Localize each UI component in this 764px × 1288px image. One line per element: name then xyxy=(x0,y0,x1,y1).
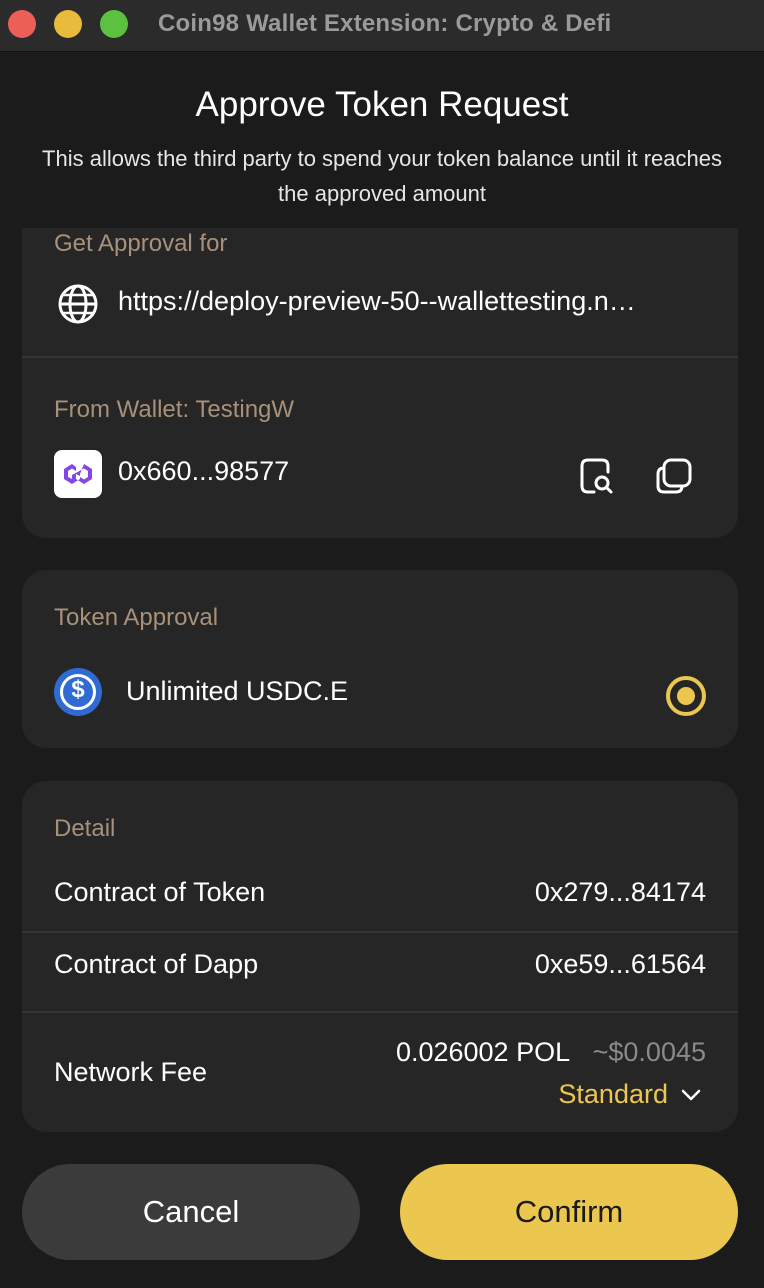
network-fee-value: 0.026002 POL ~$0.0045 xyxy=(396,1037,706,1068)
network-fee-name: Network Fee xyxy=(54,1057,208,1087)
explorer-search-icon[interactable] xyxy=(576,456,616,496)
contract-token-name: Contract of Token xyxy=(54,877,266,907)
contract-token-value[interactable]: 0x279...84174 xyxy=(535,877,706,908)
network-fee-amount: 0.026002 POL xyxy=(395,1037,571,1067)
page-subtitle: This allows the third party to spend you… xyxy=(42,146,722,206)
window-title: Coin98 Wallet Extension: Crypto & Defi xyxy=(158,10,612,37)
page-title: Approve Token Request xyxy=(195,85,569,124)
minimize-window-button[interactable] xyxy=(54,10,82,38)
usdc-logo-icon: $ xyxy=(54,668,102,716)
divider xyxy=(22,356,738,358)
close-window-button[interactable] xyxy=(8,10,36,38)
globe-icon xyxy=(58,284,98,324)
detail-label: Detail xyxy=(54,815,116,842)
wallet-address: 0x660...98577 xyxy=(118,456,290,486)
network-fee-usd: ~$0.0045 xyxy=(592,1037,706,1067)
polygon-logo-icon xyxy=(54,450,102,498)
contract-dapp-name: Contract of Dapp xyxy=(54,949,259,979)
confirm-button[interactable]: Confirm xyxy=(400,1164,738,1260)
fee-speed-dropdown[interactable]: Standard xyxy=(558,1079,702,1110)
dapp-url: https://deploy-preview-50--wallettesting… xyxy=(118,286,636,316)
approve-request-page: Approve Token Request This allows the th… xyxy=(0,53,764,1288)
wallet-label: From Wallet: TestingW xyxy=(54,396,295,423)
approval-label: Get Approval for xyxy=(54,230,228,257)
token-approval-label: Token Approval xyxy=(54,604,219,631)
radio-selected-dot xyxy=(677,687,695,705)
fee-speed-label: Standard xyxy=(558,1079,668,1109)
detail-card: Detail Contract of Token 0x279...84174 C… xyxy=(22,781,738,1132)
cancel-button[interactable]: Cancel xyxy=(22,1164,360,1260)
divider xyxy=(22,931,738,933)
copy-icon[interactable] xyxy=(654,456,694,496)
divider xyxy=(22,1011,738,1013)
zoom-window-button[interactable] xyxy=(100,10,128,38)
chevron-down-icon xyxy=(681,1089,701,1100)
request-source-card: Get Approval for https://deploy-preview-… xyxy=(22,228,738,538)
token-approval-radio[interactable] xyxy=(666,676,706,716)
token-approval-amount: Unlimited USDC.E xyxy=(126,676,349,706)
token-approval-card: Token Approval $ Unlimited USDC.E xyxy=(22,570,738,748)
window-titlebar: Coin98 Wallet Extension: Crypto & Defi xyxy=(0,0,764,52)
contract-dapp-value[interactable]: 0xe59...61564 xyxy=(535,949,706,980)
